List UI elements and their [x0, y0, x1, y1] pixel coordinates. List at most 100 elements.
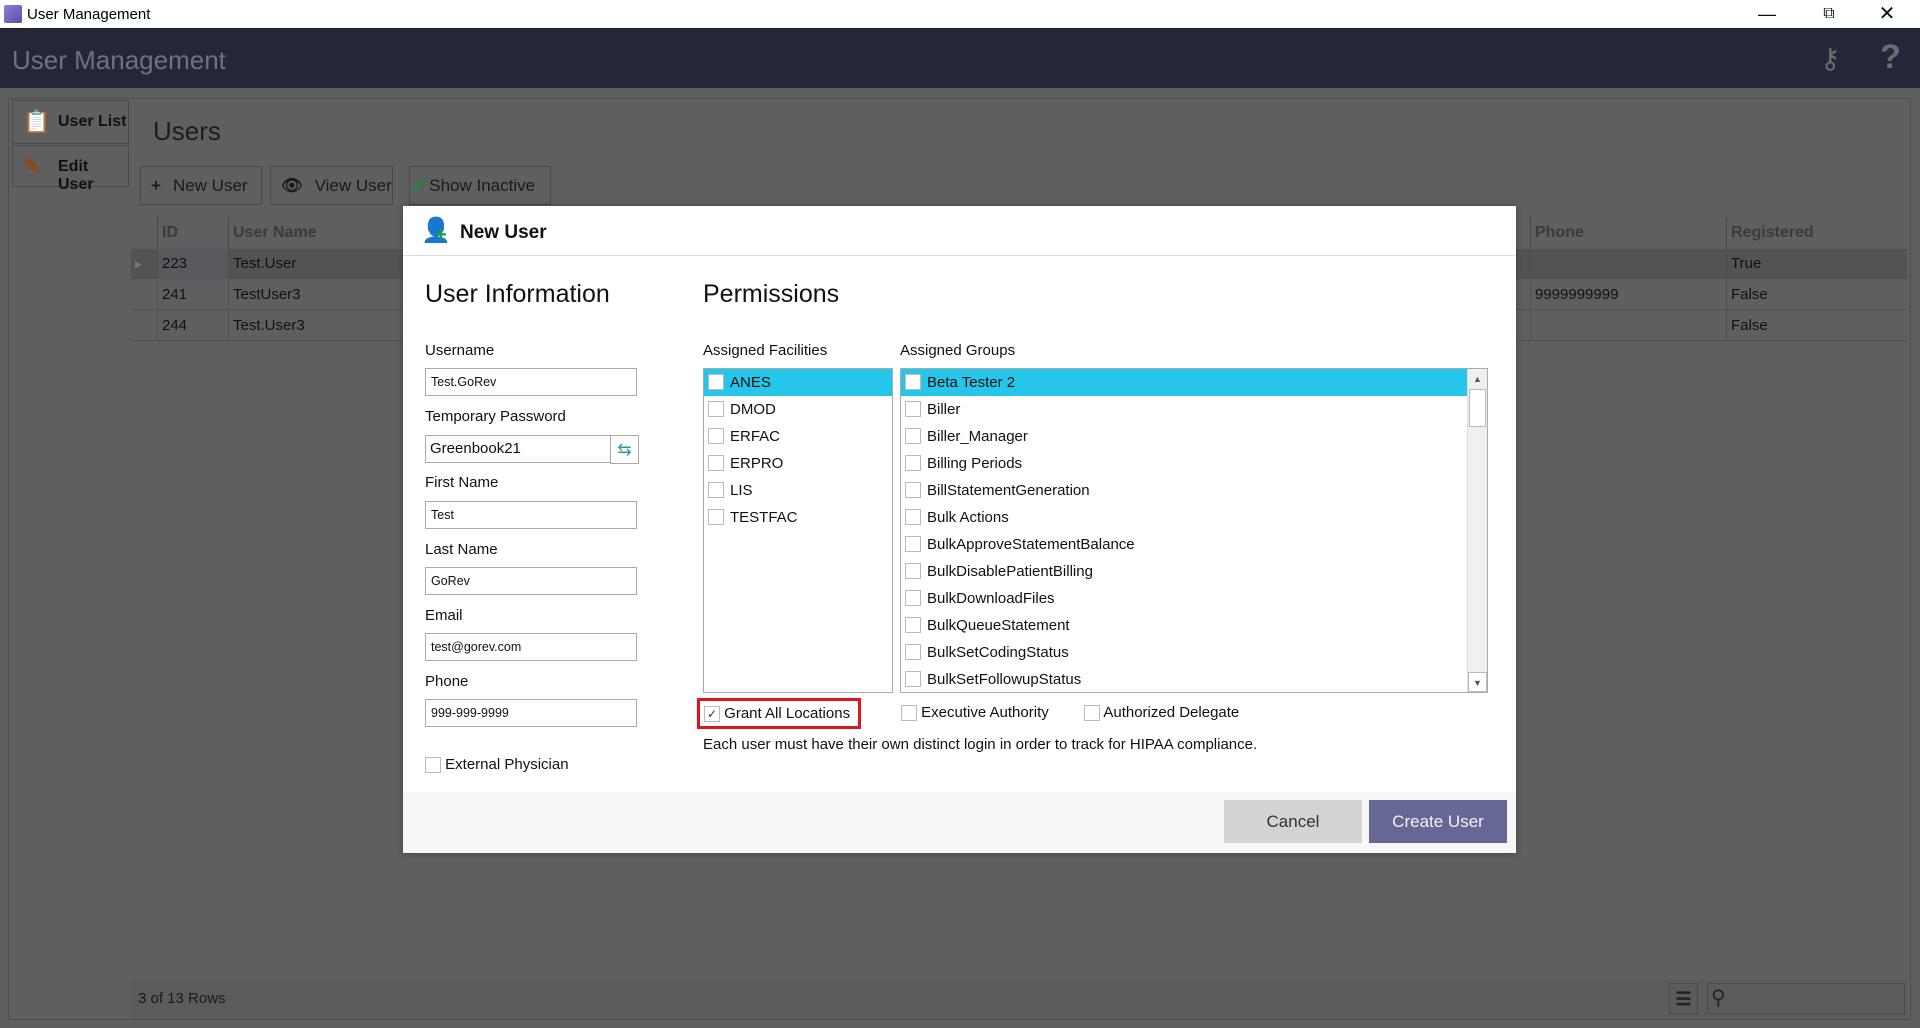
show-inactive-toggle[interactable]: ✔ Show Inactive [409, 166, 551, 205]
minimize-button[interactable]: — [1744, 2, 1790, 26]
regenerate-password-icon[interactable]: ⇆ [610, 435, 639, 464]
cell-registered: True [1726, 249, 1907, 279]
list-item[interactable]: Billing Periods [901, 450, 1467, 477]
list-item[interactable]: ANES [704, 369, 892, 396]
external-physician-label: External Physician [445, 756, 569, 773]
sidebar-item-edit-user[interactable]: ✎ Edit User [12, 145, 129, 193]
list-item-label: ANES [730, 374, 771, 391]
checkbox[interactable] [905, 670, 921, 687]
view-user-label: View User [314, 176, 392, 195]
list-item[interactable]: BulkQueueStatement [901, 612, 1467, 639]
permissions-heading: Permissions [703, 280, 840, 308]
list-item-label: BulkQueueStatement [927, 617, 1070, 634]
list-item-label: BulkSetFollowupStatus [927, 671, 1082, 688]
scroll-down-arrow-icon[interactable]: ▼ [1468, 672, 1487, 692]
username-input[interactable]: Test.GoRev [425, 368, 637, 396]
column-header-registered[interactable]: Registered [1726, 217, 1907, 249]
sidebar-item-label: Edit User [58, 158, 94, 193]
menu-icon[interactable]: ☰ [1669, 983, 1698, 1014]
checkbox[interactable] [708, 508, 724, 525]
grant-all-locations-checkbox[interactable]: ✓ Grant All Locations [697, 698, 861, 729]
list-item[interactable]: BulkApproveStatementBalance [901, 531, 1467, 558]
checkbox[interactable] [905, 481, 921, 498]
grid-search-input[interactable]: ⚲ [1707, 983, 1905, 1014]
list-item[interactable]: BulkDownloadFiles [901, 585, 1467, 612]
checkbox[interactable] [905, 373, 921, 390]
checkbox[interactable] [905, 400, 921, 417]
checkbox[interactable] [708, 427, 724, 444]
checkbox[interactable] [708, 400, 724, 417]
phone-input[interactable]: 999-999-9999 [425, 699, 637, 727]
list-item[interactable]: DMOD [704, 396, 892, 423]
authorized-delegate-checkbox[interactable]: Authorized Delegate [1084, 704, 1239, 722]
list-item[interactable]: BulkSetFollowupStatus [901, 666, 1467, 692]
first-name-input[interactable]: Test [425, 501, 637, 529]
external-physician-checkbox[interactable]: External Physician [425, 756, 569, 774]
scrollbar-thumb[interactable] [1469, 389, 1486, 427]
assigned-groups-label: Assigned Groups [900, 342, 1016, 359]
list-item[interactable]: LIS [704, 477, 892, 504]
checkbox[interactable] [1084, 705, 1100, 722]
last-name-input[interactable]: GoRev [425, 567, 637, 595]
plus-icon: + [151, 176, 161, 195]
show-inactive-label: Show Inactive [429, 176, 536, 195]
list-item[interactable]: ERFAC [704, 423, 892, 450]
list-item[interactable]: BulkSetCodingStatus [901, 639, 1467, 666]
list-item-label: Biller_Manager [927, 428, 1028, 445]
checkbox[interactable] [901, 705, 917, 722]
checkbox[interactable] [905, 535, 921, 552]
checkbox[interactable] [905, 616, 921, 633]
list-item[interactable]: Beta Tester 2 [901, 369, 1467, 396]
column-header-id[interactable]: ID [157, 217, 228, 249]
sidebar-item-user-list[interactable]: 📋 User List [12, 100, 129, 144]
username-label: Username [425, 342, 495, 359]
temp-password-input[interactable]: Greenbook21 [425, 435, 611, 463]
cell-phone [1530, 249, 1726, 279]
list-item[interactable]: Bulk Actions [901, 504, 1467, 531]
keys-icon[interactable]: ⚷ [1820, 42, 1841, 75]
close-button[interactable]: ✕ [1864, 2, 1910, 26]
list-item[interactable]: ERPRO [704, 450, 892, 477]
create-user-button[interactable]: Create User [1369, 800, 1507, 843]
list-item-label: BulkDownloadFiles [927, 590, 1055, 607]
hipaa-note: Each user must have their own distinct l… [703, 736, 1258, 753]
groups-scrollbar[interactable]: ▲ ▼ [1467, 369, 1487, 692]
column-header-phone[interactable]: Phone [1530, 217, 1726, 249]
eye-icon: 👁 [281, 176, 303, 195]
facilities-list[interactable]: ANES DMOD ERFAC ERPRO LIS TESTFAC [703, 368, 893, 693]
scroll-up-arrow-icon[interactable]: ▲ [1468, 369, 1487, 389]
email-input[interactable]: test@gorev.com [425, 633, 637, 661]
list-item[interactable]: Biller_Manager [901, 423, 1467, 450]
groups-list[interactable]: Beta Tester 2 Biller Biller_Manager Billing… [900, 368, 1488, 693]
list-item[interactable]: TESTFAC [704, 504, 892, 531]
help-icon[interactable]: ? [1880, 38, 1901, 77]
new-user-label: New User [172, 176, 248, 195]
pencil-icon: ✎ [23, 154, 42, 179]
list-item[interactable]: Biller [901, 396, 1467, 423]
checkbox[interactable] [708, 481, 724, 498]
checkbox[interactable] [905, 589, 921, 606]
cell-registered: False [1726, 311, 1907, 341]
window-title: User Management [27, 6, 151, 23]
list-item-label: Bulk Actions [927, 509, 1009, 526]
checkbox[interactable] [708, 373, 724, 390]
checkbox[interactable] [905, 454, 921, 471]
checkbox[interactable] [425, 757, 441, 774]
checkbox-checked[interactable]: ✓ [704, 706, 720, 723]
list-item-label: LIS [730, 482, 753, 499]
list-item-label: Billing Periods [927, 455, 1023, 472]
dialog-title: New User [460, 222, 547, 243]
checkbox[interactable] [905, 427, 921, 444]
checkbox[interactable] [905, 508, 921, 525]
cancel-button[interactable]: Cancel [1224, 800, 1362, 843]
list-item[interactable]: BulkDisablePatientBilling [901, 558, 1467, 585]
checkbox[interactable] [708, 454, 724, 471]
checkbox[interactable] [905, 643, 921, 660]
new-user-button[interactable]: + New User [140, 166, 262, 205]
list-item-label: BillStatementGeneration [927, 482, 1090, 499]
view-user-button[interactable]: 👁 View User [270, 166, 393, 205]
restore-button[interactable]: ⧉ [1806, 2, 1852, 26]
checkbox[interactable] [905, 562, 921, 579]
executive-authority-checkbox[interactable]: Executive Authority [901, 704, 1049, 722]
list-item[interactable]: BillStatementGeneration [901, 477, 1467, 504]
